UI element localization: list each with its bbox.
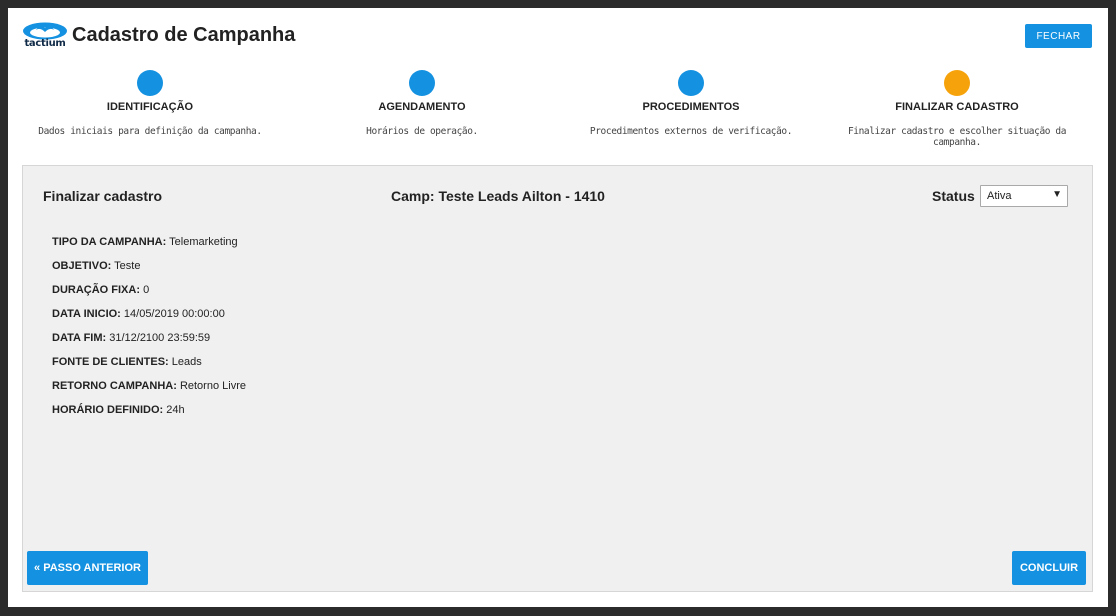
step-description: Finalizar cadastro e escolher situação d… [847,126,1067,148]
step-title: PROCEDIMENTOS [642,101,740,113]
campaign-window: tactium Cadastro de Campanha FECHAR IDEN… [8,8,1108,607]
step-indicator-dot [678,70,704,96]
status-label: Status [932,188,975,204]
previous-step-button[interactable]: « PASSO ANTERIOR [27,551,148,585]
step-indicator-dot [137,70,163,96]
campaign-name: Camp: Teste Leads Ailton - 1410 [391,188,605,204]
detail-data-inicio: DATA INICIO: 14/05/2019 00:00:00 [52,308,225,320]
detail-objetivo: OBJETIVO: Teste [52,260,141,272]
step-description: Dados iniciais para definição da campanh… [38,126,262,137]
conclude-button[interactable]: CONCLUIR [1012,551,1086,585]
step-procedimentos[interactable]: PROCEDIMENTOS Procedimentos externos de … [556,70,826,137]
status-select[interactable]: Ativa ▼ [980,185,1068,207]
step-finalizar-cadastro[interactable]: FINALIZAR CADASTRO Finalizar cadastro e … [822,70,1092,148]
step-description: Horários de operação. [366,126,478,137]
detail-duracao-fixa: DURAÇÃO FIXA: 0 [52,284,150,296]
status-selected-value: Ativa [987,190,1012,202]
step-indicator-dot [944,70,970,96]
step-indicator-dot [409,70,435,96]
detail-data-fim: DATA FIM: 31/12/2100 23:59:59 [52,332,211,344]
detail-fonte-clientes: FONTE DE CLIENTES: Leads [52,356,202,368]
close-button[interactable]: FECHAR [1025,24,1092,48]
campaign-details: TIPO DA CAMPANHA: Telemarketing OBJETIVO… [52,236,246,428]
step-description: Procedimentos externos de verificação. [589,126,793,137]
finalize-panel: Finalizar cadastro Camp: Teste Leads Ail… [22,165,1093,592]
detail-tipo-campanha: TIPO DA CAMPANHA: Telemarketing [52,236,238,248]
step-title: AGENDAMENTO [378,101,466,113]
detail-horario-definido: HORÁRIO DEFINIDO: 24h [52,404,185,416]
logo-text: tactium [24,38,66,49]
step-agendamento[interactable]: AGENDAMENTO Horários de operação. [287,70,557,137]
step-title: IDENTIFICAÇÃO [106,101,194,113]
tactium-logo: tactium [22,21,68,51]
step-identificacao[interactable]: IDENTIFICAÇÃO Dados iniciais para defini… [15,70,285,137]
wizard-steps: IDENTIFICAÇÃO Dados iniciais para defini… [8,70,1108,150]
step-title: FINALIZAR CADASTRO [895,101,1019,113]
page-title: Cadastro de Campanha [72,24,296,46]
dropdown-arrow-icon: ▼ [1052,189,1062,200]
detail-retorno-campanha: RETORNO CAMPANHA: Retorno Livre [52,380,246,392]
